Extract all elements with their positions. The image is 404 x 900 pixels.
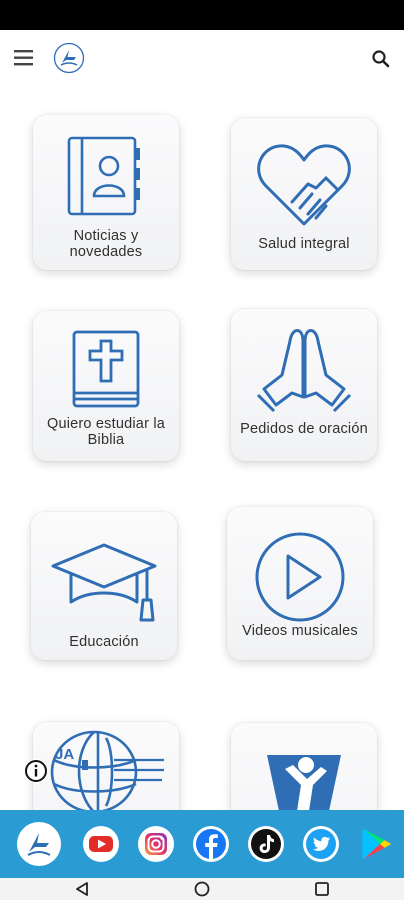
back-triangle-icon[interactable] — [74, 881, 90, 897]
system-nav-bar — [0, 878, 404, 900]
tile-label: Videos musicales — [242, 623, 358, 639]
menu-grid: Noticias y novedades Salud integral Quie… — [0, 86, 404, 810]
hamburger-menu-icon[interactable] — [12, 47, 36, 69]
tile-label: Educación — [69, 634, 139, 650]
adventist-logo-icon[interactable] — [16, 821, 62, 867]
facebook-icon[interactable] — [192, 825, 230, 863]
tiktok-icon[interactable] — [247, 825, 285, 863]
tile-noticias[interactable]: Noticias y novedades — [33, 115, 179, 270]
play-circle-icon — [227, 531, 373, 623]
bible-cross-icon — [33, 329, 179, 409]
graduation-cap-icon — [31, 542, 177, 626]
tile-label: Pedidos de oración — [240, 421, 368, 437]
heart-handshake-icon — [231, 142, 377, 226]
tile-label: Salud integral — [258, 236, 350, 252]
status-bar — [0, 0, 404, 30]
tile-pedidos-oracion[interactable]: Pedidos de oración — [231, 309, 377, 461]
praying-hands-icon — [231, 323, 377, 415]
tile-person-banner[interactable] — [231, 723, 377, 810]
google-play-icon[interactable] — [357, 825, 395, 863]
address-book-icon — [33, 136, 179, 216]
tile-label: Noticias y novedades — [69, 228, 143, 260]
adventist-logo-icon[interactable] — [53, 42, 85, 74]
youtube-icon[interactable] — [82, 825, 120, 863]
tile-label: Quiero estudiar la Biblia — [46, 416, 166, 448]
tile-estudiar-biblia[interactable]: Quiero estudiar la Biblia — [33, 311, 179, 461]
tile-salud-integral[interactable]: Salud integral — [231, 118, 377, 270]
home-circle-icon[interactable] — [194, 881, 210, 897]
recents-square-icon[interactable] — [314, 881, 330, 897]
person-banner-icon — [231, 751, 377, 810]
social-bar — [0, 810, 404, 878]
info-icon[interactable] — [24, 759, 48, 783]
tile-educacion[interactable]: Educación — [31, 512, 177, 660]
twitter-icon[interactable] — [302, 825, 340, 863]
ja-badge-text: JA — [55, 746, 75, 763]
app-bar — [0, 30, 404, 86]
instagram-icon[interactable] — [137, 825, 175, 863]
tile-videos-musicales[interactable]: Videos musicales — [227, 507, 373, 660]
search-icon[interactable] — [368, 46, 394, 72]
ja-globe-logo-icon — [33, 730, 179, 810]
tile-ja[interactable]: JA — [33, 722, 179, 810]
